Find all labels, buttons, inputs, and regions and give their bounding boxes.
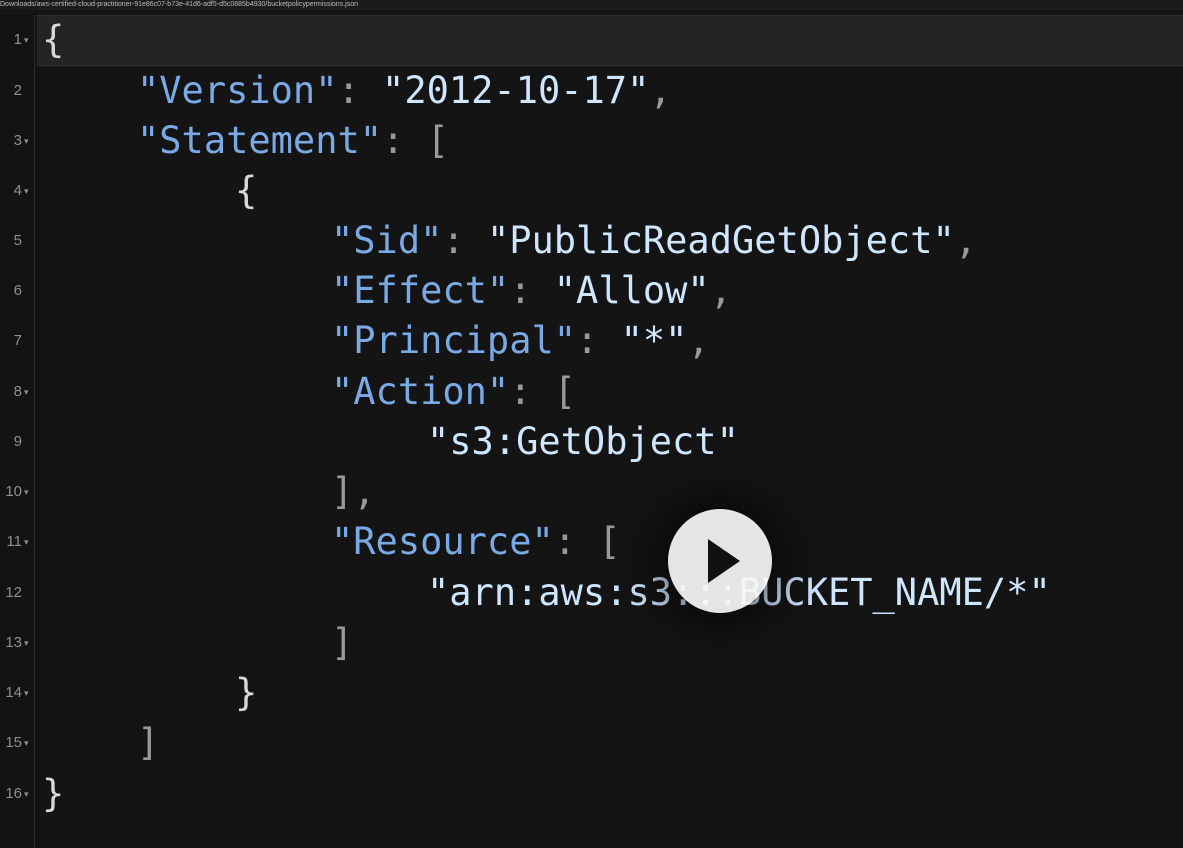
- json-separator: :: [442, 219, 487, 262]
- line-number: 14: [5, 684, 22, 701]
- fold-chevron-icon[interactable]: ▾: [24, 618, 29, 668]
- json-key: "Resource": [331, 520, 554, 563]
- line-number: 8: [13, 383, 22, 400]
- fold-chevron-icon[interactable]: ▾: [24, 467, 29, 517]
- code-line[interactable]: 15 ▾ ]: [0, 718, 1183, 768]
- code-line[interactable]: 8 ▾ "Action": [: [0, 367, 1183, 417]
- fold-chevron-icon[interactable]: ▾: [24, 517, 29, 567]
- code-line[interactable]: 6 "Effect": "Allow",: [0, 266, 1183, 316]
- json-punctuation: [: [553, 370, 577, 413]
- json-key: "Effect": [331, 269, 510, 312]
- json-punctuation: ,: [954, 219, 978, 262]
- json-separator: :: [337, 69, 383, 112]
- json-value: "Allow": [553, 269, 710, 312]
- line-number: 3: [13, 132, 22, 149]
- line-number: 4: [13, 182, 22, 199]
- file-path: Downloads/aws-certified-cloud-practition…: [0, 1, 358, 8]
- line-number: 12: [5, 584, 22, 601]
- fold-chevron-icon[interactable]: ▾: [24, 769, 29, 819]
- json-key: "Statement": [137, 119, 383, 162]
- line-number: 2: [13, 82, 22, 99]
- code-line[interactable]: 9 "s3:GetObject": [0, 417, 1183, 467]
- code-line[interactable]: 3 ▾ "Statement": [: [0, 116, 1183, 166]
- json-separator: :: [509, 269, 554, 312]
- json-separator: :: [382, 119, 427, 162]
- code-editor[interactable]: 1 ▾ { 2 "Version": "2012-10-17", 3 ▾ "St…: [0, 15, 1183, 848]
- fold-chevron-icon[interactable]: ▾: [24, 718, 29, 768]
- line-number: 11: [6, 533, 22, 550]
- file-path-bar: Downloads/aws-certified-cloud-practition…: [0, 0, 1183, 10]
- fold-chevron-icon[interactable]: ▾: [24, 166, 29, 216]
- code-line[interactable]: 7 "Principal": "*",: [0, 316, 1183, 366]
- json-punctuation: ,: [709, 269, 732, 312]
- line-number: 5: [13, 232, 22, 249]
- line-number: 15: [5, 734, 22, 751]
- active-line-highlight: [37, 15, 1183, 66]
- code-brace: {: [235, 169, 258, 212]
- json-separator: :: [576, 319, 621, 362]
- json-punctuation: ]: [137, 721, 160, 764]
- json-value: "s3:GetObject": [427, 420, 739, 463]
- json-punctuation: [: [598, 520, 621, 563]
- code-line[interactable]: 2 "Version": "2012-10-17",: [0, 66, 1183, 116]
- code-line[interactable]: 1 ▾ {: [0, 15, 1183, 66]
- json-value: "2012-10-17": [382, 69, 650, 112]
- json-punctuation: [: [426, 119, 449, 162]
- code-line[interactable]: 12 "arn:aws:s3:::BUCKET_NAME/*": [0, 568, 1183, 618]
- code-brace: }: [42, 772, 65, 815]
- json-punctuation: ],: [331, 470, 376, 513]
- fold-chevron-icon[interactable]: ▾: [24, 116, 29, 166]
- fold-chevron-icon[interactable]: ▾: [24, 367, 29, 417]
- json-value: "*": [620, 319, 688, 362]
- line-number: 9: [13, 433, 22, 450]
- json-punctuation: ,: [649, 69, 672, 112]
- code-brace: {: [42, 18, 65, 61]
- line-number: 13: [5, 634, 22, 651]
- code-line[interactable]: 5 "Sid": "PublicReadGetObject",: [0, 216, 1183, 266]
- play-icon: [708, 539, 740, 583]
- line-number: 7: [13, 332, 22, 349]
- code-line[interactable]: 4 ▾ {: [0, 166, 1183, 216]
- json-separator: :: [509, 370, 554, 413]
- code-line[interactable]: 10 ▾ ],: [0, 467, 1183, 517]
- code-line[interactable]: 14 ▾ }: [0, 668, 1183, 718]
- json-punctuation: ]: [331, 621, 354, 664]
- json-punctuation: ,: [687, 319, 710, 362]
- json-value: "PublicReadGetObject": [486, 219, 955, 262]
- line-number: 6: [13, 282, 22, 299]
- line-number: 1: [13, 31, 22, 48]
- line-number: 16: [5, 785, 22, 802]
- json-key: "Action": [331, 370, 510, 413]
- code-line[interactable]: 16 ▾ }: [0, 769, 1183, 819]
- json-key: "Version": [137, 69, 338, 112]
- fold-chevron-icon[interactable]: ▾: [24, 15, 29, 65]
- json-separator: :: [553, 520, 599, 563]
- code-brace: }: [235, 671, 258, 714]
- json-key: "Sid": [331, 219, 443, 262]
- fold-chevron-icon[interactable]: ▾: [24, 668, 29, 718]
- code-line[interactable]: 11 ▾ "Resource": [: [0, 517, 1183, 567]
- line-number: 10: [5, 483, 22, 500]
- code-line[interactable]: 13 ▾ ]: [0, 618, 1183, 668]
- video-play-button[interactable]: [668, 509, 772, 613]
- json-key: "Principal": [331, 319, 577, 362]
